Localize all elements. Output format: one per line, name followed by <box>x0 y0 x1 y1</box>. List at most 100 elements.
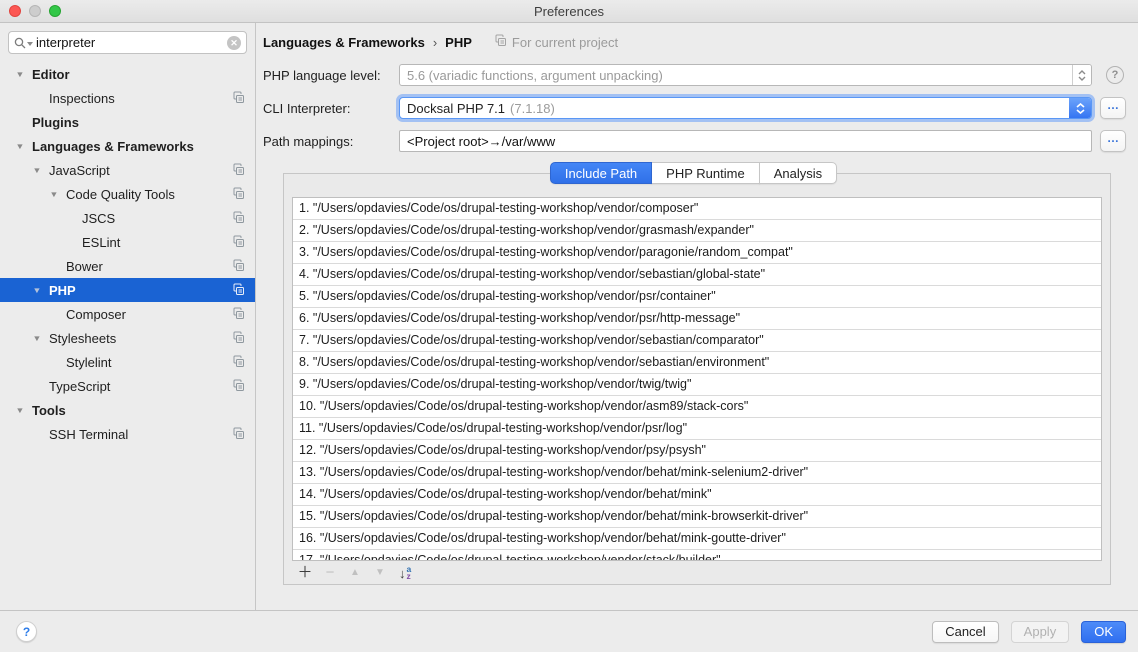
include-path-row[interactable]: 12. "/Users/opdavies/Code/os/drupal-test… <box>293 440 1101 462</box>
sidebar-item-jscs[interactable]: JSCS <box>0 206 255 230</box>
traffic-lights <box>9 5 61 17</box>
sidebar-item-composer[interactable]: Composer <box>0 302 255 326</box>
path-mappings-row: Path mappings: <Project root>→/var/www … <box>263 129 1126 153</box>
include-path-row[interactable]: 2. "/Users/opdavies/Code/os/drupal-testi… <box>293 220 1101 242</box>
expand-triangle-icon[interactable]: ▼ <box>15 406 24 415</box>
title-bar: Preferences <box>0 0 1138 23</box>
search-options-caret-icon[interactable] <box>27 42 33 46</box>
breadcrumb-parent[interactable]: Languages & Frameworks <box>263 35 425 50</box>
sidebar-item-php[interactable]: ▼PHP <box>0 278 255 302</box>
tab-include-path[interactable]: Include Path <box>550 162 652 184</box>
project-scope-icon <box>232 91 245 107</box>
combo-chevrons-icon[interactable] <box>1069 98 1091 118</box>
include-path-row[interactable]: 10. "/Users/opdavies/Code/os/drupal-test… <box>293 396 1101 418</box>
include-path-row[interactable]: 15. "/Users/opdavies/Code/os/drupal-test… <box>293 506 1101 528</box>
cli-interpreter-select[interactable]: Docksal PHP 7.1 (7.1.18) <box>399 97 1092 119</box>
tab-analysis[interactable]: Analysis <box>759 162 837 184</box>
project-scope-icon <box>232 283 245 299</box>
settings-sidebar: ✕ ▼Editor Inspections Plugins ▼Languages… <box>0 23 256 610</box>
sidebar-item-stylelint[interactable]: Stylelint <box>0 350 255 374</box>
breadcrumb-current: PHP <box>445 35 472 50</box>
sidebar-item-stylesheets[interactable]: ▼Stylesheets <box>0 326 255 350</box>
zoom-window-button[interactable] <box>49 5 61 17</box>
project-scope-icon <box>494 34 507 50</box>
project-scope-icon <box>232 379 245 395</box>
tab-php-runtime[interactable]: PHP Runtime <box>651 162 760 184</box>
combo-chevrons-icon <box>1072 65 1091 85</box>
sidebar-item-ssh-terminal[interactable]: SSH Terminal <box>0 422 255 446</box>
include-path-list: 1. "/Users/opdavies/Code/os/drupal-testi… <box>292 197 1102 561</box>
expand-triangle-icon[interactable]: ▼ <box>49 190 58 199</box>
sidebar-item-javascript[interactable]: ▼JavaScript <box>0 158 255 182</box>
list-toolbar: ＋ − ▲ ▼ ↓ az <box>292 561 1102 585</box>
cancel-button[interactable]: Cancel <box>932 621 998 643</box>
include-path-row[interactable]: 1. "/Users/opdavies/Code/os/drupal-testi… <box>293 198 1101 220</box>
include-path-row[interactable]: 14. "/Users/opdavies/Code/os/drupal-test… <box>293 484 1101 506</box>
include-path-panel: 1. "/Users/opdavies/Code/os/drupal-testi… <box>283 173 1111 585</box>
window-title: Preferences <box>534 4 604 19</box>
include-path-row[interactable]: 16. "/Users/opdavies/Code/os/drupal-test… <box>293 528 1101 550</box>
include-path-row[interactable]: 11. "/Users/opdavies/Code/os/drupal-test… <box>293 418 1101 440</box>
interpreter-version: (7.1.18) <box>510 101 555 116</box>
sidebar-item-plugins[interactable]: Plugins <box>0 110 255 134</box>
sidebar-item-code-quality-tools[interactable]: ▼Code Quality Tools <box>0 182 255 206</box>
include-path-row[interactable]: 17. "/Users/opdavies/Code/os/drupal-test… <box>293 550 1101 561</box>
add-path-icon[interactable]: ＋ <box>297 563 313 583</box>
close-window-button[interactable] <box>9 5 21 17</box>
remove-path-icon: − <box>322 563 338 583</box>
include-path-row[interactable]: 4. "/Users/opdavies/Code/os/drupal-testi… <box>293 264 1101 286</box>
settings-tree: ▼Editor Inspections Plugins ▼Languages &… <box>0 62 255 446</box>
search-icon <box>14 37 26 49</box>
ok-button[interactable]: OK <box>1081 621 1126 643</box>
sidebar-item-languages-frameworks[interactable]: ▼Languages & Frameworks <box>0 134 255 158</box>
php-language-level-row: PHP language level: 5.6 (variadic functi… <box>263 63 1126 87</box>
php-language-level-select: 5.6 (variadic functions, argument unpack… <box>399 64 1092 86</box>
project-scope-icon <box>232 331 245 347</box>
expand-triangle-icon[interactable]: ▼ <box>15 142 24 151</box>
expand-triangle-icon[interactable]: ▼ <box>15 70 24 79</box>
project-scope-icon <box>232 259 245 275</box>
sidebar-item-eslint[interactable]: ESLint <box>0 230 255 254</box>
path-mappings-label: Path mappings: <box>263 134 399 149</box>
include-path-row[interactable]: 6. "/Users/opdavies/Code/os/drupal-testi… <box>293 308 1101 330</box>
sidebar-item-bower[interactable]: Bower <box>0 254 255 278</box>
cli-interpreter-label: CLI Interpreter: <box>263 101 399 116</box>
project-scope-icon <box>232 355 245 371</box>
project-scope-icon <box>232 307 245 323</box>
breadcrumb: Languages & Frameworks › PHP For current… <box>263 33 1126 51</box>
include-path-row[interactable]: 8. "/Users/opdavies/Code/os/drupal-testi… <box>293 352 1101 374</box>
scope-note: For current project <box>494 34 618 50</box>
dialog-footer: ? Cancel Apply OK <box>0 610 1138 652</box>
project-scope-icon <box>232 427 245 443</box>
clear-search-icon[interactable]: ✕ <box>227 36 241 50</box>
search-field[interactable]: ✕ <box>8 31 247 54</box>
expand-triangle-icon[interactable]: ▼ <box>32 166 41 175</box>
expand-triangle-icon[interactable]: ▼ <box>32 286 41 295</box>
help-icon[interactable]: ? <box>1106 66 1124 84</box>
apply-button: Apply <box>1011 621 1070 643</box>
php-language-level-label: PHP language level: <box>263 68 399 83</box>
sidebar-item-editor[interactable]: ▼Editor <box>0 62 255 86</box>
include-path-row[interactable]: 7. "/Users/opdavies/Code/os/drupal-testi… <box>293 330 1101 352</box>
sidebar-item-tools[interactable]: ▼Tools <box>0 398 255 422</box>
include-path-row[interactable]: 5. "/Users/opdavies/Code/os/drupal-testi… <box>293 286 1101 308</box>
sort-alphabetically-icon[interactable]: ↓ az <box>399 566 411 581</box>
include-path-row[interactable]: 13. "/Users/opdavies/Code/os/drupal-test… <box>293 462 1101 484</box>
move-down-icon: ▼ <box>372 563 388 583</box>
browse-interpreters-button[interactable]: … <box>1100 97 1126 119</box>
project-scope-icon <box>232 187 245 203</box>
edit-path-mappings-button[interactable]: … <box>1100 130 1126 152</box>
sidebar-item-inspections[interactable]: Inspections <box>0 86 255 110</box>
move-up-icon: ▲ <box>347 563 363 583</box>
help-button[interactable]: ? <box>16 621 37 642</box>
minimize-window-button <box>29 5 41 17</box>
breadcrumb-separator-icon: › <box>433 35 437 50</box>
path-mappings-field: <Project root>→/var/www <box>399 130 1092 152</box>
settings-main-pane: Languages & Frameworks › PHP For current… <box>256 23 1138 610</box>
include-path-row[interactable]: 3. "/Users/opdavies/Code/os/drupal-testi… <box>293 242 1101 264</box>
include-path-row[interactable]: 9. "/Users/opdavies/Code/os/drupal-testi… <box>293 374 1101 396</box>
sidebar-item-typescript[interactable]: TypeScript <box>0 374 255 398</box>
search-input[interactable] <box>36 35 227 50</box>
expand-triangle-icon[interactable]: ▼ <box>32 334 41 343</box>
preferences-window: Preferences ✕ ▼Editor Inspections Plugin… <box>0 0 1138 652</box>
